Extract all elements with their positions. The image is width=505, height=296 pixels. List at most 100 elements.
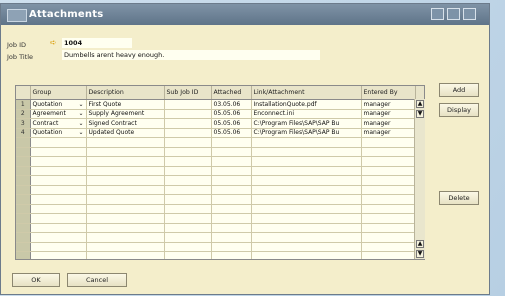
table-row[interactable] [16,194,424,205]
column-header[interactable]: Sub Job ID [164,86,212,100]
table-row[interactable] [16,232,424,243]
table-cell-link[interactable]: Enconnect.ini [251,109,362,119]
table-cell-link[interactable] [251,194,362,205]
table-row[interactable] [16,242,424,252]
row-number[interactable] [16,156,31,167]
scroll-up-icon[interactable]: ▲ [416,100,424,108]
table-cell-attached[interactable]: 05.05.06 [211,118,252,129]
row-number[interactable]: 2 [16,109,31,119]
table-cell-link[interactable]: C:\Program Files\SAP\SAP Bu [251,118,362,129]
table-cell-group[interactable] [30,251,87,259]
table-cell-group[interactable] [30,147,87,157]
table-cell-sub[interactable] [164,147,212,157]
cancel-button[interactable]: Cancel [67,273,127,287]
row-number[interactable]: 3 [16,118,31,129]
minimize-button[interactable] [431,8,444,20]
table-cell-link[interactable] [251,166,362,176]
row-number[interactable] [16,175,31,186]
table-cell-group[interactable] [30,175,87,186]
table-cell-sub[interactable] [164,175,212,186]
column-header[interactable]: Attached [211,86,252,100]
table-cell-desc[interactable] [86,175,165,186]
table-cell-link[interactable] [251,204,362,214]
table-cell-by[interactable] [361,147,416,157]
table-cell-link[interactable] [251,213,362,224]
row-number[interactable] [16,251,31,259]
table-cell-by[interactable] [361,156,416,167]
table-row[interactable] [16,185,424,195]
table-cell-group[interactable] [30,194,87,205]
table-row[interactable] [16,213,424,224]
table-cell-group[interactable] [30,166,87,176]
table-cell-link[interactable] [251,185,362,195]
table-cell-desc[interactable] [86,232,165,243]
table-cell-link[interactable] [251,175,362,186]
table-row[interactable] [16,204,424,214]
table-row[interactable]: 2 Agreement ⌄ Supply Agreement 05.05.06 Encon… [16,109,424,119]
scroll-up-icon[interactable]: ▲ [416,240,424,248]
column-header[interactable]: Group [30,86,87,100]
table-cell-attached[interactable] [211,175,252,186]
dropdown-icon[interactable]: ⌄ [78,101,83,108]
table-cell-desc[interactable] [86,242,165,252]
table-cell-desc[interactable] [86,223,165,233]
dropdown-icon[interactable]: ⌄ [78,129,83,136]
table-cell-group[interactable]: Contract ⌄ [30,118,87,129]
table-cell-desc[interactable] [86,147,165,157]
table-cell-link[interactable] [251,156,362,167]
row-number[interactable] [16,166,31,176]
vertical-scrollbar[interactable]: ▲ ▼ ▲ ▼ [414,99,425,259]
table-row[interactable] [16,223,424,233]
table-cell-desc[interactable]: Updated Quote [86,128,165,138]
table-cell-group[interactable]: Quotation ⌄ [30,99,87,110]
table-cell-desc[interactable]: Signed Contract [86,118,165,129]
link-arrow-icon[interactable]: ➪ [50,38,57,48]
row-number[interactable] [16,242,31,252]
table-cell-attached[interactable] [211,213,252,224]
table-cell-attached[interactable] [211,223,252,233]
table-cell-link[interactable]: C:\Program Files\SAP\SAP Bu [251,128,362,138]
table-cell-sub[interactable] [164,137,212,148]
table-cell-sub[interactable] [164,166,212,176]
table-cell-by[interactable] [361,185,416,195]
table-cell-group[interactable]: Agreement ⌄ [30,109,87,119]
table-cell-by[interactable]: manager [361,118,416,129]
table-cell-by[interactable] [361,175,416,186]
table-cell-link[interactable] [251,242,362,252]
table-row[interactable]: 4 Quotation ⌄ Updated Quote 05.05.06 C:\Progr… [16,128,424,138]
table-cell-by[interactable]: manager [361,99,416,110]
table-cell-attached[interactable] [211,147,252,157]
table-cell-desc[interactable] [86,251,165,259]
column-header[interactable]: Entered By [361,86,416,100]
table-cell-attached[interactable] [211,242,252,252]
table-cell-group[interactable] [30,137,87,148]
table-cell-link[interactable] [251,232,362,243]
job-title-field[interactable]: Dumbells arent heavy enough. [62,50,320,60]
table-cell-sub[interactable] [164,213,212,224]
row-number[interactable] [16,137,31,148]
table-row[interactable] [16,137,424,148]
table-cell-attached[interactable] [211,185,252,195]
table-cell-group[interactable] [30,223,87,233]
table-cell-group[interactable] [30,213,87,224]
scroll-down-icon[interactable]: ▼ [416,250,424,258]
row-number[interactable] [16,204,31,214]
row-number[interactable] [16,213,31,224]
row-number[interactable] [16,232,31,243]
scroll-down-icon[interactable]: ▼ [416,110,424,118]
table-row[interactable] [16,147,424,157]
table-cell-group[interactable] [30,232,87,243]
table-cell-group[interactable]: Quotation ⌄ [30,128,87,138]
table-cell-desc[interactable] [86,194,165,205]
table-row[interactable] [16,156,424,167]
table-cell-attached[interactable]: 05.05.06 [211,109,252,119]
row-number[interactable]: 4 [16,128,31,138]
row-number[interactable] [16,185,31,195]
table-cell-attached[interactable] [211,251,252,259]
table-cell-sub[interactable] [164,223,212,233]
table-cell-attached[interactable] [211,204,252,214]
table-cell-by[interactable] [361,242,416,252]
table-cell-by[interactable] [361,251,416,259]
column-header[interactable]: Description [86,86,165,100]
dropdown-icon[interactable]: ⌄ [78,120,83,127]
